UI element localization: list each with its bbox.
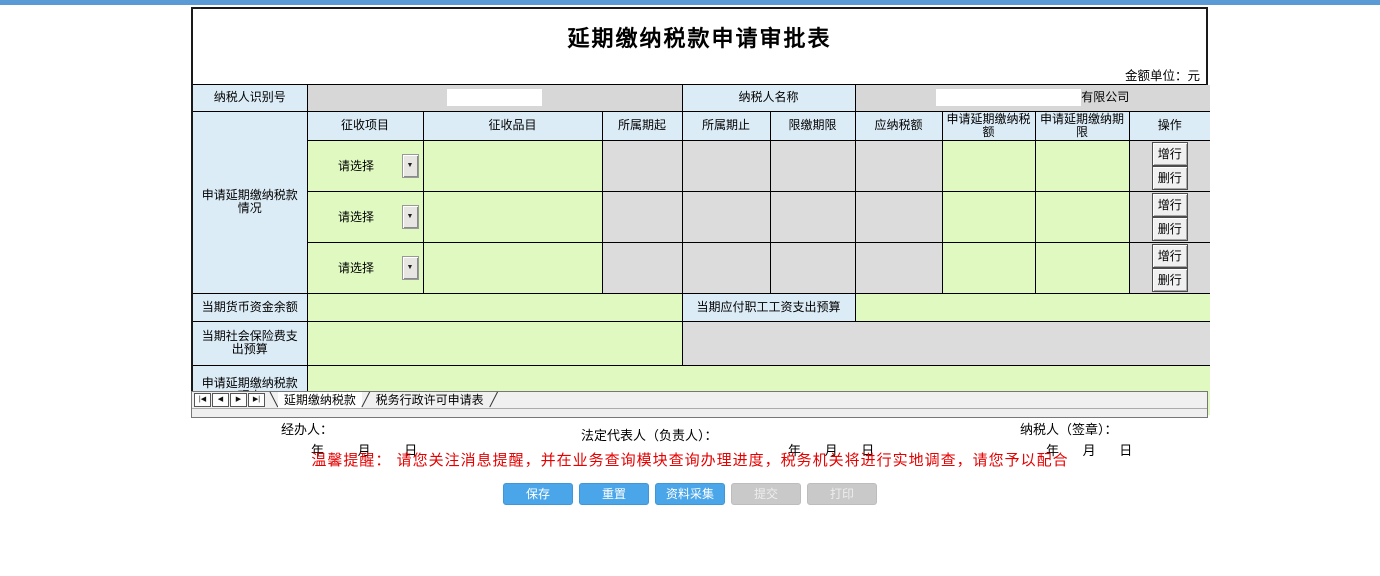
tab-edge: ╱ [362,392,370,408]
tax-payable-cell-2 [855,191,942,242]
tab-nav-buttons: |◀ ◀ ▶ ▶| [194,393,265,407]
col-header-deferred-deadline: 申请延期缴纳期限 [1035,111,1129,140]
sheet-tabs: ╲ 延期缴纳税款 ╱ 税务行政许可申请表 ╱ [270,392,498,408]
redacted-taxpayer-name [936,89,1081,106]
taxpayer-row: 纳税人识别号 纳税人名称 有限公司 [193,85,1210,111]
top-accent-bar [0,0,1380,5]
deferred-deadline-input-3[interactable] [1035,242,1129,293]
redacted-taxpayer-id [447,89,542,106]
col-header-period-end: 所属期止 [682,111,770,140]
column-header-row: 申请延期缴纳税款情况 征收项目 征收品目 所属期起 所属期止 限缴期限 应纳税额… [193,111,1210,140]
reminder-text: 温馨提醒： 请您关注消息提醒，并在业务查询模块查询办理进度，税务机关将进行实地调… [0,449,1380,470]
page: 延期缴纳税款申请审批表 金额单位：元 纳税人识别号 纳税人名称 有限公 [0,0,1380,576]
last-tab-icon[interactable]: ▶| [248,393,265,407]
money-balance-row: 当期货币资金余额 当期应付职工工资支出预算 [193,293,1210,321]
social-insurance-label: 当期社会保险费支出预算 [193,321,307,365]
levy-sub-item-input-1[interactable] [423,140,602,191]
deferred-deadline-input-2[interactable] [1035,191,1129,242]
deferred-amount-input-2[interactable] [942,191,1035,242]
deferred-amount-input-1[interactable] [942,140,1035,191]
col-header-operation: 操作 [1129,111,1210,140]
amount-unit-note: 金额单位：元 [1125,65,1200,84]
deferred-amount-input-3[interactable] [942,242,1035,293]
add-row-button-2[interactable]: 增行 [1152,193,1188,217]
col-header-payment-deadline: 限缴期限 [770,111,855,140]
situation-label: 申请延期缴纳税款情况 [193,111,307,293]
delete-row-button-1[interactable]: 删行 [1152,166,1188,190]
col-header-levy-item: 征收项目 [307,111,423,140]
chevron-down-icon[interactable]: ▼ [402,154,419,178]
social-insurance-input[interactable] [307,321,682,365]
social-insurance-readonly-cell [682,321,1210,365]
agent-signature-label: 经办人： [281,419,333,438]
period-end-cell-1 [682,140,770,191]
col-header-levy-sub-item: 征收品目 [423,111,602,140]
taxpayer-name-label: 纳税人名称 [682,85,855,111]
tax-item-row-1: 请选择 ▼ 增行删行 [193,140,1210,191]
taxpayer-id-label: 纳税人识别号 [193,85,307,111]
action-button-row: 保存 重置 资料采集 提交 打印 [0,483,1380,505]
levy-item-select-3[interactable]: 请选择 ▼ [311,255,420,281]
chevron-down-icon[interactable]: ▼ [402,205,419,229]
taxpayer-id-value [307,85,682,111]
data-collection-button[interactable]: 资料采集 [655,483,725,505]
period-end-cell-2 [682,191,770,242]
taxpayer-name-value: 有限公司 [855,85,1210,111]
first-tab-icon[interactable]: |◀ [194,393,211,407]
money-balance-input[interactable] [307,293,682,321]
levy-sub-item-input-2[interactable] [423,191,602,242]
payment-deadline-cell-3 [770,242,855,293]
period-start-cell-1 [602,140,682,191]
payment-deadline-cell-2 [770,191,855,242]
period-start-cell-3 [602,242,682,293]
deferred-deadline-input-1[interactable] [1035,140,1129,191]
col-header-period-start: 所属期起 [602,111,682,140]
taxpayer-seal-label: 纳税人（签章）： [1020,419,1118,438]
payment-deadline-cell-1 [770,140,855,191]
money-balance-label: 当期货币资金余额 [193,293,307,321]
page-title: 延期缴纳税款申请审批表 [193,21,1206,53]
levy-item-select-2[interactable]: 请选择 ▼ [311,204,420,230]
tab-bar-lower-strip [192,409,1207,417]
tab-deferred-tax[interactable]: 延期缴纳税款 [278,392,362,408]
print-button[interactable]: 打印 [807,483,877,505]
tax-form-panel: 延期缴纳税款申请审批表 金额单位：元 纳税人识别号 纳税人名称 有限公 [191,7,1208,391]
add-row-button-3[interactable]: 增行 [1152,244,1188,268]
add-row-button-1[interactable]: 增行 [1152,142,1188,166]
tax-form-table: 纳税人识别号 纳税人名称 有限公司 申请延期缴纳税款情况 征收项目 征收品目 所… [193,85,1210,415]
levy-sub-item-input-3[interactable] [423,242,602,293]
sheet-tab-bar: |◀ ◀ ▶ ▶| ╲ 延期缴纳税款 ╱ 税务行政许可申请表 ╱ [191,391,1208,418]
salary-budget-label: 当期应付职工工资支出预算 [682,293,855,321]
tax-item-row-2: 请选择 ▼ 增行删行 [193,191,1210,242]
prev-tab-icon[interactable]: ◀ [212,393,229,407]
reset-button[interactable]: 重置 [579,483,649,505]
period-start-cell-2 [602,191,682,242]
social-insurance-row: 当期社会保险费支出预算 [193,321,1210,365]
submit-button[interactable]: 提交 [731,483,801,505]
levy-item-select-1[interactable]: 请选择 ▼ [311,153,420,179]
period-end-cell-3 [682,242,770,293]
col-header-deferred-amount: 申请延期缴纳税额 [942,111,1035,140]
tax-item-row-3: 请选择 ▼ 增行删行 [193,242,1210,293]
tax-payable-cell-1 [855,140,942,191]
tab-edge: ╲ [270,392,278,408]
levy-item-select-1-value: 请选择 [311,153,402,179]
next-tab-icon[interactable]: ▶ [230,393,247,407]
salary-budget-input[interactable] [855,293,1210,321]
chevron-down-icon[interactable]: ▼ [402,256,419,280]
delete-row-button-2[interactable]: 删行 [1152,217,1188,241]
legal-rep-signature-label: 法定代表人（负责人）： [581,425,718,444]
col-header-tax-payable: 应纳税额 [855,111,942,140]
tab-edge: ╱ [490,392,498,408]
tax-payable-cell-3 [855,242,942,293]
tab-admin-license-form[interactable]: 税务行政许可申请表 [370,392,490,408]
levy-item-select-3-value: 请选择 [311,255,402,281]
form-title-area: 延期缴纳税款申请审批表 金额单位：元 [193,9,1206,85]
levy-item-select-2-value: 请选择 [311,204,402,230]
save-button[interactable]: 保存 [503,483,573,505]
taxpayer-name-suffix: 有限公司 [1081,91,1129,104]
delete-row-button-3[interactable]: 删行 [1152,268,1188,292]
